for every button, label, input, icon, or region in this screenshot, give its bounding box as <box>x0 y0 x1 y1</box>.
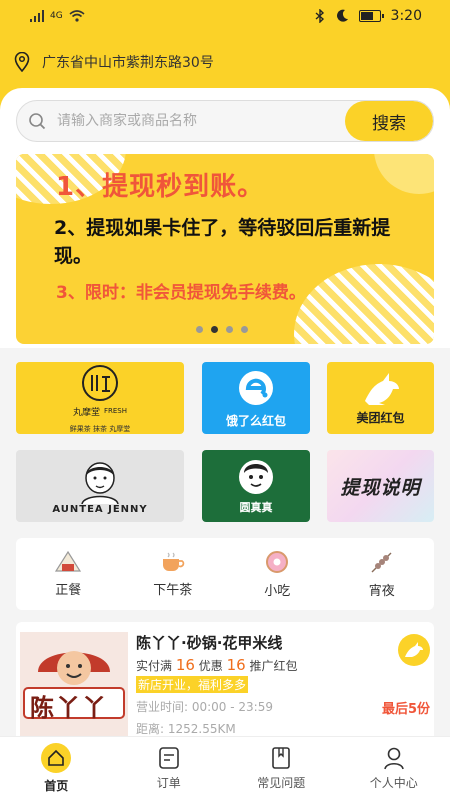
promo-prefix: 实付满 <box>136 659 173 673</box>
shop-logo-image <box>20 632 128 740</box>
banner-decoration <box>294 264 434 344</box>
promo-banner[interactable]: 1、提现秒到账。 2、提现如果卡住了，等待驳回后重新提现。 3、限时：非会员提现… <box>16 154 434 344</box>
category-xiaoye[interactable]: 宵夜 <box>330 538 435 610</box>
shop-notice: 新店开业，福利多多 <box>136 676 249 693</box>
tile-yuanzhenzhen[interactable]: 圆真真 <box>202 450 310 522</box>
shop-promo: 实付满 16 优惠 16 推广红包 <box>136 656 298 674</box>
kangaroo-badge-icon[interactable] <box>398 634 430 666</box>
location-bar[interactable]: 广东省中山市紫荆东路30号 <box>14 52 214 72</box>
tile-meituan[interactable]: 美团红包 <box>327 362 434 434</box>
shop-distance: 距离: 1252.55KM <box>136 722 236 736</box>
wanmotang-brand-en: FRESH <box>103 407 128 415</box>
carousel-dot-active[interactable] <box>211 326 218 333</box>
category-nav: 正餐 下午茶 小吃 宵夜 <box>16 538 434 610</box>
location-pin-icon <box>14 52 30 72</box>
carousel-dots <box>196 326 248 333</box>
location-address: 广东省中山市紫荆东路30号 <box>42 55 214 71</box>
carousel-dot[interactable] <box>196 326 203 333</box>
eleme-logo-icon <box>239 370 273 405</box>
carousel-dot[interactable] <box>241 326 248 333</box>
category-label: 小吃 <box>264 583 291 599</box>
tab-label: 订单 <box>156 776 181 790</box>
shop-logo: 陈丫丫 <box>20 632 128 740</box>
promo-mid: 优惠 <box>198 659 223 673</box>
wanmotang-logo-icon <box>82 364 118 401</box>
kangaroo-icon <box>364 372 399 405</box>
order-icon <box>158 747 179 769</box>
category-xiawucha[interactable]: 下午茶 <box>121 538 226 610</box>
tea-cup-icon <box>162 552 185 571</box>
wanmotang-brand: 丸摩堂 <box>72 407 100 418</box>
banner-decoration <box>374 154 434 194</box>
clock: 3:20 <box>390 8 422 24</box>
rice-ball-icon <box>55 550 82 572</box>
tab-home[interactable]: 首页 <box>0 737 113 800</box>
promo-suffix: 推广红包 <box>249 659 298 673</box>
tab-faq[interactable]: 常见问题 <box>225 737 338 800</box>
shop-name: 陈丫丫·砂锅·花甲米线 <box>136 634 283 652</box>
auntea-mascot-icon <box>81 461 119 504</box>
bluetooth-icon <box>315 9 324 23</box>
network-label: 4G <box>50 11 63 21</box>
shop-logo-text: 陈丫丫 <box>30 694 108 722</box>
status-bar: 4G 3:20 <box>0 0 450 32</box>
promo-bonus: 16 <box>226 656 246 674</box>
yuanzhenzhen-label: 圆真真 <box>239 501 273 514</box>
meituan-label: 美团红包 <box>356 410 405 425</box>
banner-line-3: 3、限时：非会员提现免手续费。 <box>56 283 306 303</box>
wifi-icon <box>69 10 85 22</box>
tile-eleme[interactable]: 饿了么红包 <box>202 362 310 434</box>
category-zhengcan[interactable]: 正餐 <box>16 538 121 610</box>
tile-auntea-jenny[interactable]: AUNTEA JENNY <box>16 450 184 522</box>
category-label: 正餐 <box>55 582 82 598</box>
shop-hours: 营业时间: 00:00 - 23:59 <box>136 700 273 714</box>
category-label: 下午茶 <box>153 582 193 598</box>
banner-line-1: 1、提现秒到账。 <box>56 172 265 202</box>
shop-remaining: 最后5份 <box>381 702 430 717</box>
battery-icon <box>358 10 384 22</box>
donut-icon <box>266 550 289 573</box>
signal-icon <box>30 10 44 22</box>
auntea-label: AUNTEA JENNY <box>52 503 148 515</box>
carousel-dot[interactable] <box>226 326 233 333</box>
banner-line-2: 2、提现如果卡住了，等待驳回后重新提现。 <box>54 217 391 267</box>
skewer-icon <box>371 552 392 572</box>
wanmotang-slogan: 鲜果茶 抹茶 丸摩堂 <box>69 424 131 433</box>
search-button[interactable]: 搜索 <box>345 101 433 141</box>
tab-label: 首页 <box>44 779 69 793</box>
tile-withdraw-info[interactable]: 提现说明 <box>327 450 434 522</box>
search-bar: 搜索 <box>16 100 434 142</box>
tab-label: 常见问题 <box>257 776 306 790</box>
moon-icon <box>336 9 348 22</box>
shop-card[interactable]: 陈丫丫 陈丫丫·砂锅·花甲米线 实付满 16 优惠 16 推广红包 新店开业，福… <box>16 622 434 742</box>
search-input[interactable] <box>57 113 345 129</box>
tab-profile[interactable]: 个人中心 <box>338 737 450 800</box>
home-icon <box>41 743 72 773</box>
promo-amount: 16 <box>175 656 195 674</box>
category-label: 宵夜 <box>368 583 395 599</box>
search-icon <box>17 112 57 130</box>
tile-wanmotang[interactable]: 丸摩堂 FRESH 鲜果茶 抹茶 丸摩堂 <box>16 362 184 434</box>
tab-label: 个人中心 <box>369 776 418 790</box>
tab-orders[interactable]: 订单 <box>113 737 226 800</box>
person-icon <box>383 747 404 770</box>
eleme-label: 饿了么红包 <box>225 413 286 428</box>
book-icon <box>272 747 291 769</box>
bottom-tab-bar: 首页 订单 常见问题 个人中心 <box>0 736 450 800</box>
yuanzhenzhen-logo-icon <box>239 460 273 494</box>
withdraw-label: 提现说明 <box>340 476 421 499</box>
category-xiaochi[interactable]: 小吃 <box>225 538 330 610</box>
